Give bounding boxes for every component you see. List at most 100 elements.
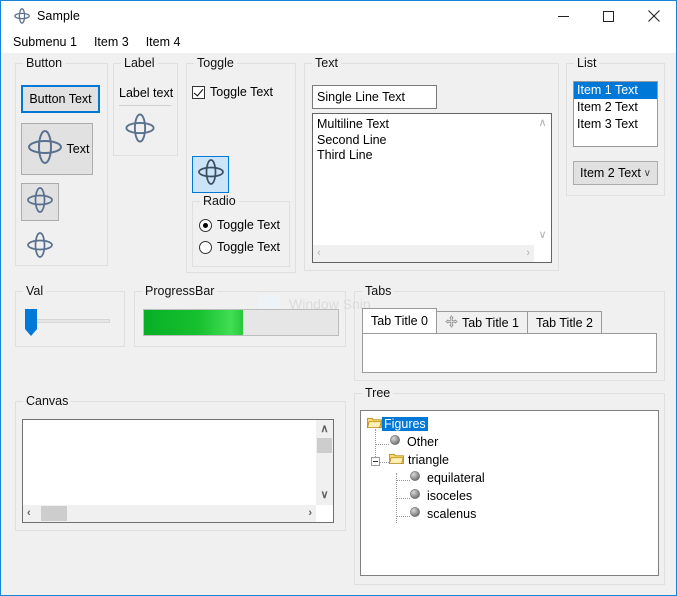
- group-button-label: Button: [23, 56, 66, 70]
- menu-item-item-3[interactable]: Item 3: [87, 33, 136, 51]
- multiline-text-value: Multiline Text Second Line Third Line: [317, 117, 390, 162]
- checkbox-icon[interactable]: [192, 85, 205, 99]
- group-tree-label: Tree: [362, 386, 394, 400]
- list-box[interactable]: Item 1 Text Item 2 Text Item 3 Text: [573, 81, 658, 147]
- tree-node-scalenus[interactable]: scalenus: [409, 505, 478, 522]
- list-item[interactable]: Item 3 Text: [574, 116, 657, 133]
- button-text-button[interactable]: Button Text: [21, 85, 100, 113]
- slider-track[interactable]: [28, 319, 110, 323]
- axes-icon: [123, 111, 157, 150]
- multiline-text-area[interactable]: Multiline Text Second Line Third Line ∧ …: [312, 113, 552, 263]
- axes-icon: [25, 230, 55, 265]
- group-list-label: List: [574, 56, 600, 70]
- sphere-icon: [409, 470, 421, 485]
- tree-connector: [375, 444, 389, 445]
- multiline-vertical-scrollbar[interactable]: ∧ ∨: [533, 114, 551, 245]
- tree-node-label: isoceles: [427, 488, 473, 503]
- scroll-left-icon[interactable]: ‹: [317, 248, 321, 259]
- tree-node-label: Other: [407, 434, 439, 449]
- tree-node-label: Figures: [382, 416, 428, 431]
- tree-node-equilateral[interactable]: equilateral: [409, 469, 487, 486]
- window-controls: [541, 1, 676, 31]
- axes-icon: [25, 185, 55, 220]
- axes-icon: [196, 157, 226, 192]
- scroll-right-icon[interactable]: ›: [308, 508, 312, 519]
- tree-connector: [396, 480, 410, 481]
- canvas-vertical-scroll-thumb[interactable]: [317, 438, 332, 453]
- slider-thumb[interactable]: [25, 309, 37, 336]
- flat-icon-button[interactable]: [21, 231, 59, 263]
- icon-text-button[interactable]: Text: [21, 123, 93, 175]
- group-text-label: Text: [312, 56, 341, 70]
- radio-option-1[interactable]: Toggle Text: [199, 218, 280, 232]
- title-bar: Sample: [1, 1, 676, 31]
- multiline-horizontal-scrollbar[interactable]: ‹ ›: [313, 245, 534, 262]
- group-radio-label: Radio: [200, 194, 239, 208]
- tree-connector: [375, 429, 376, 457]
- canvas-horizontal-scrollbar[interactable]: ‹ ›: [23, 505, 316, 522]
- tree-connector: [396, 516, 410, 517]
- single-line-text-value: Single Line Text: [317, 90, 406, 104]
- canvas-horizontal-scroll-thumb[interactable]: [41, 506, 67, 521]
- scroll-right-icon[interactable]: ›: [526, 248, 530, 259]
- folder-icon: [388, 452, 404, 468]
- radio-option-2-label: Toggle Text: [217, 240, 281, 254]
- label-text: Label text: [119, 86, 174, 100]
- tab-label: Tab Title 0: [371, 314, 428, 328]
- toggle-checkbox-row[interactable]: Toggle Text: [192, 85, 273, 99]
- menu-item-submenu-1[interactable]: Submenu 1: [6, 33, 84, 51]
- scroll-up-icon[interactable]: ∧: [320, 424, 328, 435]
- radio-option-1-label: Toggle Text: [217, 218, 281, 232]
- tree-node-label: equilateral: [427, 470, 485, 485]
- radio-icon[interactable]: [199, 240, 212, 254]
- scroll-up-icon[interactable]: ∧: [538, 118, 546, 129]
- canvas-vertical-scrollbar[interactable]: ∧ ∨: [315, 420, 333, 505]
- tree-view[interactable]: Figures Other triangle equilateral isoce…: [360, 410, 659, 576]
- group-toggle-label: Toggle: [194, 56, 237, 70]
- window-title: Sample: [37, 9, 80, 23]
- radio-icon[interactable]: [199, 218, 212, 232]
- tree-node-figures[interactable]: Figures: [366, 415, 428, 432]
- icon-text-button-label: Text: [66, 142, 90, 156]
- combo-box[interactable]: Item 2 Text ∨: [573, 161, 658, 185]
- radio-option-2[interactable]: Toggle Text: [199, 240, 280, 254]
- tab-tab-title-1[interactable]: Tab Title 1: [435, 311, 528, 333]
- tree-node-other[interactable]: Other: [389, 433, 440, 450]
- close-button[interactable]: [631, 1, 676, 31]
- axes-icon: [10, 5, 34, 27]
- tree-node-triangle[interactable]: triangle: [388, 451, 451, 468]
- group-val-label: Val: [23, 284, 47, 298]
- folder-icon: [366, 416, 382, 432]
- tree-expander-minus[interactable]: [371, 457, 380, 466]
- application-window: Sample Submenu 1 Item 3 Item 4 Button Bu…: [0, 0, 677, 596]
- menu-item-item-4[interactable]: Item 4: [139, 33, 188, 51]
- scroll-left-icon[interactable]: ‹: [27, 508, 31, 519]
- progress-bar-fill: [144, 310, 243, 335]
- group-tabs-label: Tabs: [362, 284, 395, 298]
- combo-box-value: Item 2 Text: [580, 166, 641, 180]
- tab-panel: [362, 333, 657, 373]
- button-text-label: Button Text: [29, 92, 92, 106]
- minimize-button[interactable]: [541, 1, 586, 31]
- tab-tab-title-0[interactable]: Tab Title 0: [362, 308, 437, 333]
- menu-bar: Submenu 1 Item 3 Item 4: [1, 31, 676, 53]
- toggle-icon-button[interactable]: [192, 156, 229, 193]
- icon-button[interactable]: [21, 183, 59, 221]
- single-line-text-input[interactable]: Single Line Text: [312, 85, 437, 109]
- canvas-view[interactable]: ∧ ∨ ‹ ›: [22, 419, 334, 523]
- scroll-down-icon[interactable]: ∨: [538, 230, 546, 241]
- chevron-down-icon[interactable]: ∨: [644, 168, 651, 179]
- label-separator: [119, 105, 171, 106]
- tree-node-isoceles[interactable]: isoceles: [409, 487, 474, 504]
- tab-label: Tab Title 1: [461, 315, 519, 330]
- group-progressbar-label: ProgressBar: [142, 284, 218, 298]
- list-item[interactable]: Item 1 Text: [574, 82, 657, 99]
- list-item[interactable]: Item 2 Text: [574, 99, 657, 116]
- scroll-down-icon[interactable]: ∨: [320, 490, 328, 501]
- client-area: Button Button Text Text Label Label text…: [1, 53, 676, 595]
- sphere-icon: [409, 506, 421, 521]
- maximize-button[interactable]: [586, 1, 631, 31]
- tab-tab-title-2[interactable]: Tab Title 2: [526, 311, 602, 333]
- tab-strip: Tab Title 0 Tab Title 1 Tab Title 2: [362, 308, 602, 333]
- toggle-checkbox-label: Toggle Text: [210, 85, 274, 99]
